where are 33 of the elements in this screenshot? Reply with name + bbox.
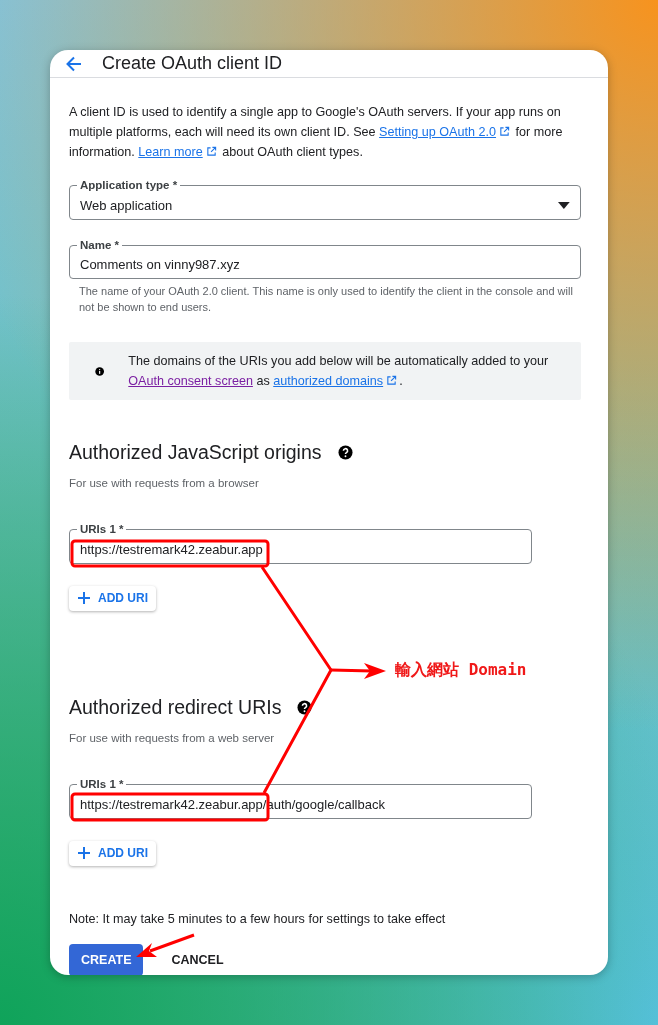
name-field[interactable]: Name * Comments on vinny987.xyz xyxy=(69,239,581,279)
field-label: Name * xyxy=(79,239,120,251)
section-description: For use with requests from a browser xyxy=(69,476,260,491)
text-link[interactable]: Learn more xyxy=(138,145,203,159)
text-link[interactable]: Setting up OAuth 2.0 xyxy=(379,125,497,139)
text-link[interactable]: OAuth consent screen xyxy=(128,374,253,388)
create-button[interactable]: CREATE xyxy=(69,944,144,975)
text-input[interactable]: https://testremark42.zeabur.app xyxy=(80,540,521,559)
annotation-label: 輸入網站 Domain xyxy=(395,660,527,680)
text-link[interactable]: authorized domains xyxy=(273,374,384,388)
info-text: The domains of the URIs you add below will be automatically added to your OAuth consent screen as authorized domains . xyxy=(128,353,550,390)
plus-icon xyxy=(78,847,90,859)
cancel-button[interactable]: CANCEL xyxy=(159,944,236,975)
help-icon[interactable] xyxy=(337,444,353,460)
field-label: URIs 1 * xyxy=(79,779,125,791)
note-text: Note: It may take 5 minutes to a few hours for settings to take effect xyxy=(69,911,447,927)
application-type-select[interactable]: Application type * Web application xyxy=(69,180,581,220)
add-uri-button[interactable]: ADD URI xyxy=(69,840,156,866)
intro-text: A client ID is used to identify a single app to Google's OAuth servers. If your app runs on multiple platforms, each will need its own client ID. See Setting up OAuth 2.0 for more information. Learn more about OAuth client types. xyxy=(69,104,564,161)
dialog-title: Create OAuth client ID xyxy=(102,52,283,75)
field-label: Application type * xyxy=(79,180,179,192)
section-heading: Authorized redirect URIs xyxy=(69,695,282,719)
help-icon[interactable] xyxy=(297,699,313,715)
section-description: For use with requests from a web server xyxy=(69,731,276,746)
helper-text: The name of your OAuth 2.0 client. This name is only used to identify the client in the console and will not be shown to end users. xyxy=(79,284,574,315)
dropdown-caret-icon xyxy=(558,201,570,210)
text-input[interactable]: Comments on vinny987.xyz xyxy=(80,256,570,274)
field-label: URIs 1 * xyxy=(79,524,125,536)
section-heading: Authorized JavaScript origins xyxy=(69,440,322,464)
plus-icon xyxy=(78,592,90,604)
uri-field[interactable]: URIs 1 * https://testremark42.zeabur.app xyxy=(69,524,532,564)
annotation-arrow xyxy=(136,933,195,957)
add-uri-button[interactable]: ADD URI xyxy=(69,585,156,611)
